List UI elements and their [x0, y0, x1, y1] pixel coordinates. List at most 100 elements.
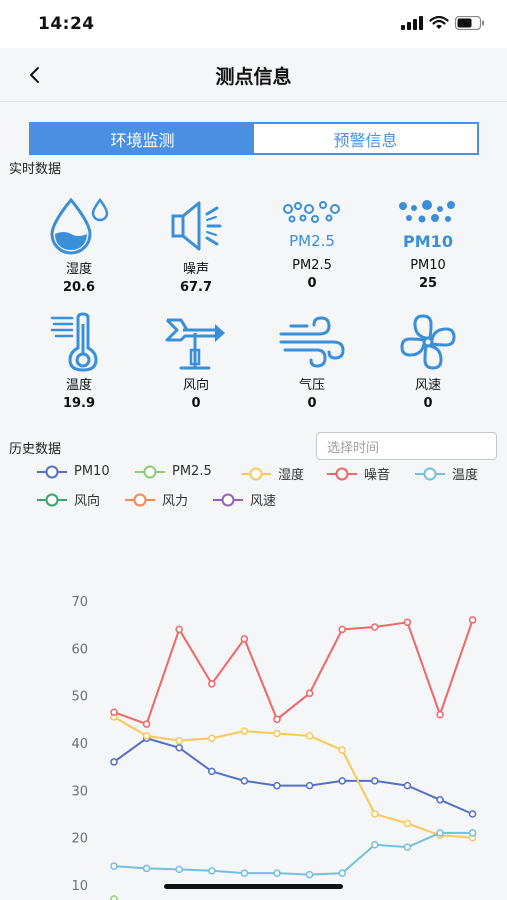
data-point[interactable] — [403, 781, 412, 790]
home-indicator — [164, 884, 343, 889]
metric-label: 湿度 — [65, 262, 92, 277]
history-line-chart: 10 20 30 40 50 60 70 — [71, 595, 477, 900]
metric-value: 20.6 — [62, 280, 96, 295]
data-point[interactable] — [110, 895, 118, 900]
data-point[interactable] — [436, 796, 444, 804]
data-point[interactable] — [175, 625, 183, 634]
data-point[interactable] — [273, 729, 281, 738]
data-point[interactable] — [142, 720, 151, 728]
data-point[interactable] — [371, 810, 379, 818]
history-section-title: 历史数据 — [9, 442, 62, 457]
signal-icon — [401, 16, 423, 30]
battery-icon — [455, 16, 484, 30]
metric-label: 风速 — [414, 378, 441, 393]
data-point[interactable] — [305, 781, 314, 790]
y-tick-label: 30 — [71, 784, 88, 799]
metric-label: PM2.5 — [292, 258, 332, 273]
data-point[interactable] — [338, 746, 346, 754]
data-point[interactable] — [305, 870, 314, 879]
data-point[interactable] — [142, 864, 151, 873]
metric-noise: 噪声 67.7 — [146, 196, 246, 295]
data-point[interactable] — [468, 829, 477, 837]
metric-pm10: PM10 PM10 25 — [378, 196, 478, 291]
legend-marker — [135, 465, 165, 478]
legend-marker — [327, 467, 357, 480]
data-point[interactable] — [175, 736, 183, 745]
legend-label: 风力 — [162, 494, 189, 509]
data-point[interactable] — [436, 710, 444, 719]
legend-marker — [415, 467, 445, 480]
data-point[interactable] — [273, 715, 281, 724]
legend-marker — [213, 493, 243, 506]
legend-marker — [37, 493, 67, 506]
status-bar: 14:24 — [0, 0, 507, 48]
legend-item-temperature[interactable]: 温度 — [414, 464, 478, 483]
data-point[interactable] — [240, 635, 249, 643]
metric-pressure: 气压 0 — [262, 312, 362, 411]
legend-item-pm10[interactable]: PM10 — [36, 464, 110, 479]
data-point[interactable] — [110, 862, 118, 870]
data-point[interactable] — [338, 777, 346, 785]
water-drop-icon — [50, 197, 109, 255]
data-point[interactable] — [240, 727, 249, 735]
thermometer-icon — [50, 312, 98, 372]
data-point[interactable] — [436, 829, 444, 837]
legend-label: 湿度 — [278, 468, 305, 483]
data-point[interactable] — [338, 869, 346, 877]
legend-item-pm25[interactable]: PM2.5 — [134, 464, 212, 479]
legend-label: PM10 — [74, 464, 110, 479]
data-point[interactable] — [208, 767, 216, 776]
metric-wind-direction: 风向 0 — [146, 312, 246, 411]
data-point[interactable] — [110, 708, 118, 716]
metric-label: 风向 — [182, 378, 209, 393]
tab-warning-info[interactable]: 预警信息 — [254, 124, 477, 153]
data-point[interactable] — [142, 732, 151, 740]
pm25-icon-text: PM2.5 — [289, 232, 335, 250]
series-line — [113, 737, 473, 815]
data-point[interactable] — [468, 810, 477, 818]
legend-item-wind-speed[interactable]: 风速 — [212, 490, 276, 509]
nav-bar: 测点信息 — [0, 48, 507, 102]
metric-label: 气压 — [298, 378, 325, 393]
legend-item-noise[interactable]: 噪音 — [326, 464, 390, 483]
data-point[interactable] — [371, 777, 379, 785]
data-point[interactable] — [240, 777, 249, 785]
data-point[interactable] — [240, 869, 249, 877]
data-point[interactable] — [110, 758, 118, 766]
metric-value: 25 — [418, 276, 438, 291]
data-point[interactable] — [208, 867, 216, 875]
data-point[interactable] — [403, 843, 412, 851]
legend-label: 温度 — [452, 468, 479, 483]
data-point[interactable] — [273, 781, 281, 790]
metric-label: 噪声 — [182, 262, 209, 277]
time-select-input[interactable]: 选择时间 — [316, 432, 497, 460]
legend-marker — [125, 493, 155, 506]
legend-item-wind-force[interactable]: 风力 — [124, 490, 188, 509]
legend-item-humidity[interactable]: 湿度 — [240, 464, 304, 483]
data-point[interactable] — [273, 869, 281, 877]
legend-label: 噪音 — [364, 468, 391, 483]
data-point[interactable] — [371, 623, 379, 631]
data-point[interactable] — [403, 618, 412, 627]
metric-label: PM10 — [410, 258, 446, 273]
data-point[interactable] — [305, 689, 314, 698]
wind-icon — [279, 316, 345, 368]
data-point[interactable] — [305, 732, 314, 740]
metric-value: 0 — [191, 396, 201, 411]
data-point[interactable] — [338, 625, 346, 634]
pm10-icon: PM10 — [399, 200, 455, 251]
fan-icon — [400, 314, 456, 370]
data-point[interactable] — [175, 743, 183, 752]
data-point[interactable] — [208, 680, 216, 688]
y-tick-label: 10 — [71, 879, 88, 894]
data-point[interactable] — [403, 819, 412, 828]
legend-label: 风向 — [74, 494, 101, 509]
series-line — [113, 716, 473, 839]
data-point[interactable] — [371, 841, 379, 849]
data-point[interactable] — [468, 616, 477, 624]
data-point[interactable] — [175, 865, 183, 874]
status-time: 14:24 — [38, 14, 95, 34]
legend-item-wind-direction[interactable]: 风向 — [36, 490, 100, 509]
tab-environment-monitoring[interactable]: 环境监测 — [31, 124, 254, 153]
data-point[interactable] — [208, 734, 216, 743]
